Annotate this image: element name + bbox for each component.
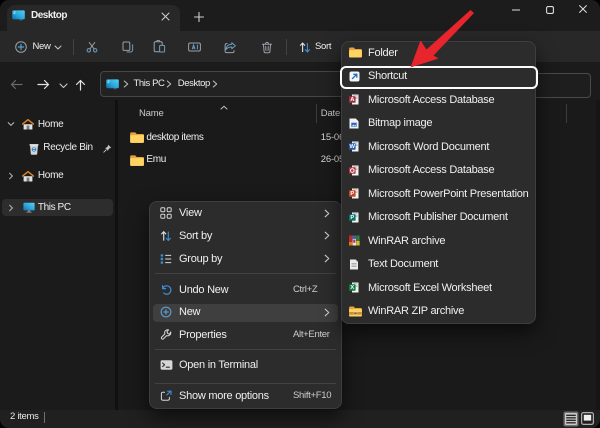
svg-text:X: X	[350, 285, 354, 291]
svg-text:P: P	[350, 215, 354, 221]
svg-text:W: W	[350, 144, 356, 150]
svg-text:P: P	[350, 191, 354, 197]
